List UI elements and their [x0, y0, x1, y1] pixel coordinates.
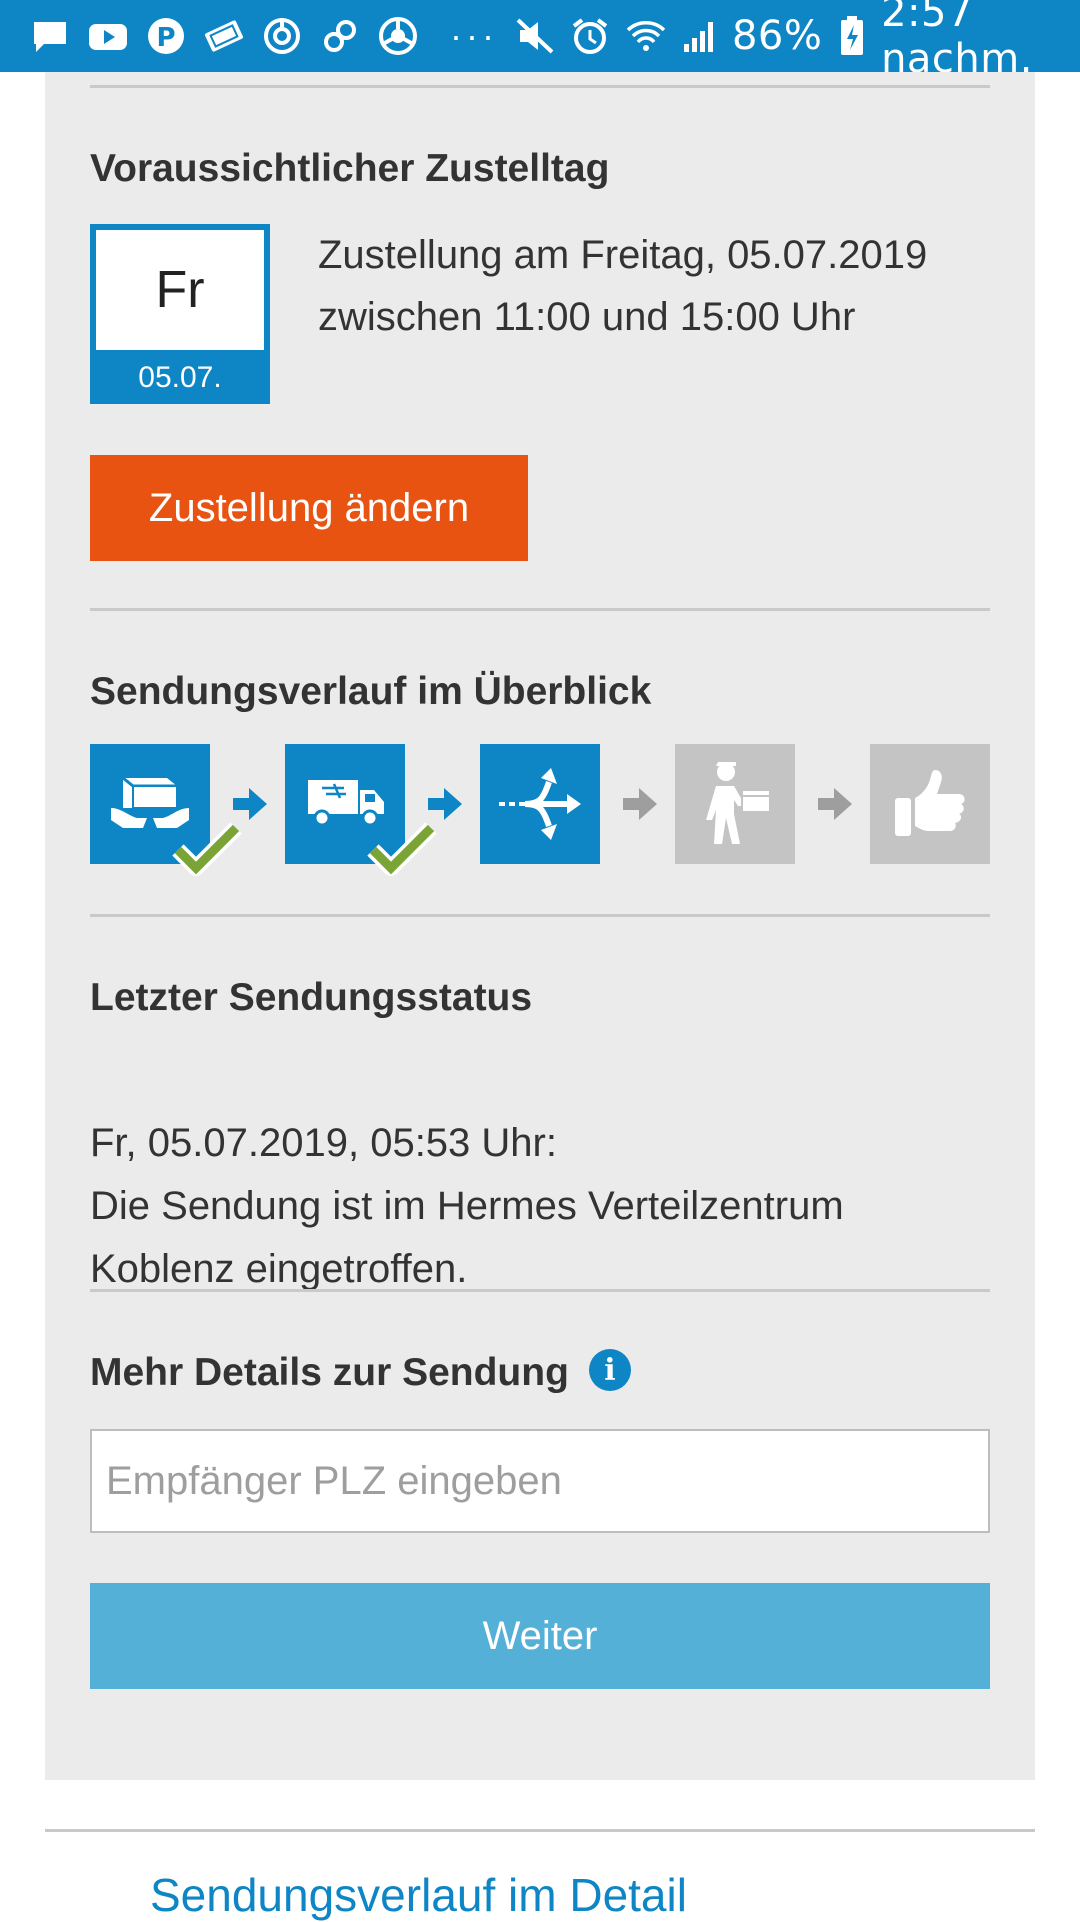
divider	[45, 1829, 1035, 1832]
mute-icon	[514, 14, 556, 58]
more-details-title: Mehr Details zur Sendung	[90, 1351, 569, 1394]
arrow-right-icon	[818, 788, 852, 820]
calendar-date-box: Fr 05.07.	[90, 224, 270, 404]
chrome-icon	[376, 14, 420, 58]
thumbs-up-icon	[895, 770, 965, 836]
step-out-for-delivery	[675, 744, 795, 864]
delivery-window: Zustellung am Freitag, 05.07.2019 zwisch…	[318, 224, 1018, 348]
delivery-day-title: Voraussichtlicher Zustelltag	[90, 147, 610, 190]
divider	[90, 1289, 990, 1292]
delivery-time-line: zwischen 11:00 und 15:00 Uhr	[318, 295, 856, 339]
more-notifications: ···	[450, 15, 498, 56]
status-bar: P ··· 86% 2:57 nachm.	[0, 0, 1080, 82]
overview-title: Sendungsverlauf im Überblick	[90, 670, 652, 713]
arrow-right-icon	[623, 788, 657, 820]
battery-percent: 86%	[731, 13, 823, 59]
divider	[90, 914, 990, 917]
check-icon	[172, 822, 242, 876]
clock: 2:57 nachm.	[881, 0, 1033, 82]
divider	[90, 85, 990, 88]
last-status-message: Fr, 05.07.2019, 05:53 Uhr: Die Sendung i…	[90, 1112, 990, 1301]
notification-icons: P ···	[28, 14, 514, 58]
status-timestamp: Fr, 05.07.2019, 05:53 Uhr:	[90, 1121, 557, 1165]
battery-charging-icon	[836, 14, 867, 58]
arrow-right-icon	[233, 788, 267, 820]
status-line: Die Sendung ist im Hermes Verteilzentrum	[90, 1184, 844, 1228]
alarm-icon	[570, 14, 610, 58]
divider	[90, 608, 990, 611]
tracking-detail-link[interactable]: Sendungsverlauf im Detail	[150, 1868, 687, 1922]
ticket-icon	[202, 14, 246, 58]
step-distribution-center	[480, 744, 600, 864]
parking-icon: P	[144, 14, 188, 58]
arrow-right-icon	[428, 788, 462, 820]
calendar-weekday: Fr	[96, 230, 264, 350]
link-icon	[318, 14, 362, 58]
youtube-icon	[86, 14, 130, 58]
chat-bubble-icon	[28, 14, 72, 58]
svg-text:P: P	[156, 23, 175, 53]
courier-icon	[706, 762, 771, 844]
change-delivery-button[interactable]: Zustellung ändern	[90, 455, 528, 561]
recipient-zip-input[interactable]	[90, 1429, 990, 1533]
continue-button[interactable]: Weiter	[90, 1583, 990, 1689]
info-icon[interactable]: i	[589, 1349, 631, 1391]
wifi-icon	[624, 14, 668, 58]
sync-icon	[260, 14, 304, 58]
distribution-icon	[499, 768, 581, 840]
calendar-date: 05.07.	[138, 361, 222, 394]
last-status-title: Letzter Sendungsstatus	[90, 976, 533, 1019]
signal-icon	[682, 14, 718, 58]
step-delivered	[870, 744, 990, 864]
shipment-progress	[90, 744, 990, 876]
check-icon	[367, 822, 437, 876]
tracking-card: Voraussichtlicher Zustelltag Fr 05.07. Z…	[45, 72, 1035, 1780]
delivery-date-line: Zustellung am Freitag, 05.07.2019	[318, 233, 928, 277]
